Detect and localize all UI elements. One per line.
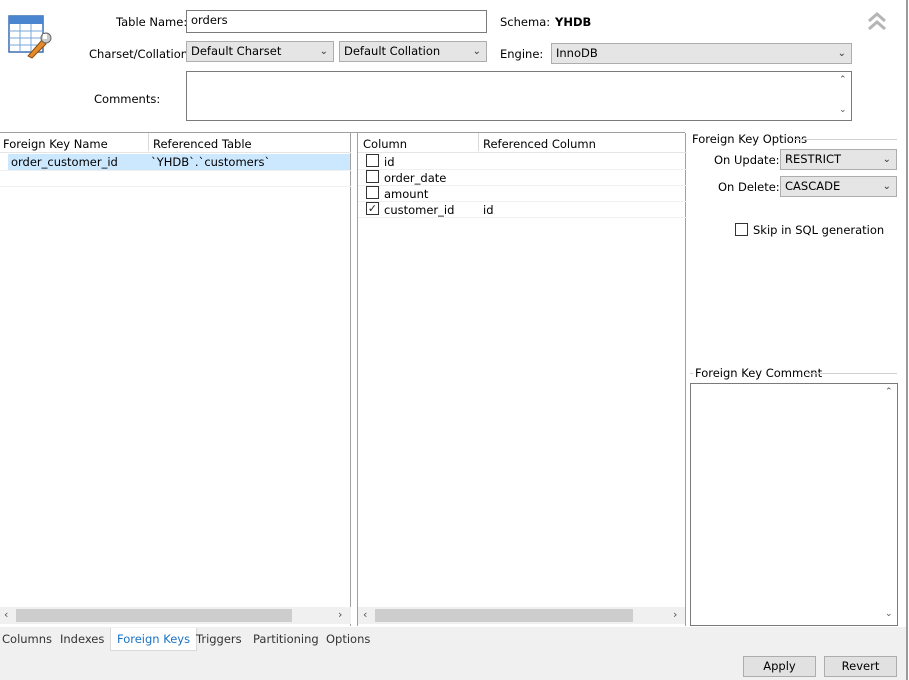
tab-indexes[interactable]: Indexes [60,632,104,646]
comments-label: Comments: [94,92,161,106]
on-update-label: On Update: [714,153,780,167]
column-checkbox[interactable] [366,186,379,199]
on-update-value: RESTRICT [785,152,842,166]
table-row[interactable]: order_date [358,169,687,185]
scroll-up-icon[interactable]: ⌃ [885,385,893,400]
fk-ref-table-header[interactable]: Referenced Table [153,137,252,151]
scroll-right-icon[interactable]: › [673,608,677,621]
columns-horizontal-scrollbar[interactable]: ‹ › [358,607,685,624]
chevron-down-icon: ⌄ [319,46,328,57]
revert-button[interactable]: Revert [824,656,897,677]
scroll-left-icon[interactable]: ‹ [4,608,8,621]
fk-column-list[interactable]: Column Referenced Column id order_date a… [357,133,687,626]
ref-column-header[interactable]: Referenced Column [483,137,596,151]
collation-value: Default Collation [344,44,441,58]
checkmark-icon: ✓ [367,202,378,215]
table-editor-icon [8,14,52,60]
chevron-down-icon: ⌄ [837,48,846,59]
collation-select[interactable]: Default Collation ⌄ [339,41,487,62]
table-row[interactable]: ✓ customer_id id [358,201,687,217]
charset-label: Charset/Collation: [89,47,192,61]
table-name-value: orders [191,13,228,27]
tab-foreign-keys[interactable]: Foreign Keys [110,628,198,651]
schema-label: Schema: [500,15,551,29]
scroll-left-icon[interactable]: ‹ [363,608,367,621]
column-name-cell: order_date [384,171,447,185]
charset-value: Default Charset [191,44,282,58]
scroll-right-icon[interactable]: › [338,608,342,621]
skip-sql-label[interactable]: Skip in SQL generation [753,223,884,237]
column-checkbox[interactable] [366,154,379,167]
column-name-cell: id [384,155,395,169]
chevron-down-icon: ⌄ [882,154,891,165]
table-name-label: Table Name: [116,15,188,29]
ref-column-cell: id [483,203,494,217]
fk-ref-table-cell: `YHDB`.`customers` [151,155,271,169]
skip-sql-checkbox[interactable] [735,223,748,236]
window-edge [906,0,908,680]
scrollbar-thumb[interactable] [375,609,633,622]
scroll-down-icon[interactable]: ⌄ [839,103,847,118]
tab-triggers[interactable]: Triggers [196,632,242,646]
comment-scrollbar[interactable]: ⌃ ⌄ [882,385,896,624]
fk-horizontal-scrollbar[interactable]: ‹ › [0,607,351,624]
fk-name-header[interactable]: Foreign Key Name [3,137,108,151]
on-delete-label: On Delete: [718,180,780,194]
table-row[interactable]: amount [358,185,687,201]
fk-name-cell: order_customer_id [11,155,118,169]
column-header[interactable]: Column [363,137,407,151]
apply-button[interactable]: Apply [743,656,816,677]
collapse-editor-button[interactable] [866,10,888,32]
engine-label: Engine: [500,47,544,61]
table-row[interactable]: id [358,153,687,169]
on-update-select[interactable]: RESTRICT ⌄ [780,149,897,170]
column-name-cell: customer_id [384,203,455,217]
tab-columns[interactable]: Columns [2,632,52,646]
on-delete-value: CASCADE [785,179,841,193]
chevron-down-icon: ⌄ [882,181,891,192]
comments-textarea[interactable]: ⌃ ⌄ [186,71,852,121]
chevron-down-icon: ⌄ [472,46,481,57]
charset-select[interactable]: Default Charset ⌄ [186,41,334,62]
fk-comment-title: Foreign Key Comment [695,366,823,380]
scrollbar-thumb[interactable] [16,609,292,622]
tab-options[interactable]: Options [326,632,370,646]
table-name-input[interactable]: orders [186,10,487,33]
column-checkbox-checked[interactable]: ✓ [366,202,379,215]
foreign-key-list[interactable]: Foreign Key Name Referenced Table order_… [0,133,351,626]
column-checkbox[interactable] [366,170,379,183]
scroll-up-icon[interactable]: ⌃ [839,73,847,88]
engine-select[interactable]: InnoDB ⌄ [551,43,852,64]
on-delete-select[interactable]: CASCADE ⌄ [780,176,897,197]
double-chevron-up-icon [868,12,886,31]
tab-partitioning[interactable]: Partitioning [253,632,319,646]
column-name-cell: amount [384,187,429,201]
comments-scrollbar[interactable]: ⌃ ⌄ [836,73,850,119]
scroll-down-icon[interactable]: ⌄ [885,607,893,622]
fk-comment-textarea[interactable]: ⌃ ⌄ [690,383,898,626]
schema-value: YHDB [555,15,592,29]
fk-options-title: Foreign Key Options [692,132,808,146]
engine-value: InnoDB [556,46,598,60]
table-row[interactable]: order_customer_id `YHDB`.`customers` [8,154,350,170]
